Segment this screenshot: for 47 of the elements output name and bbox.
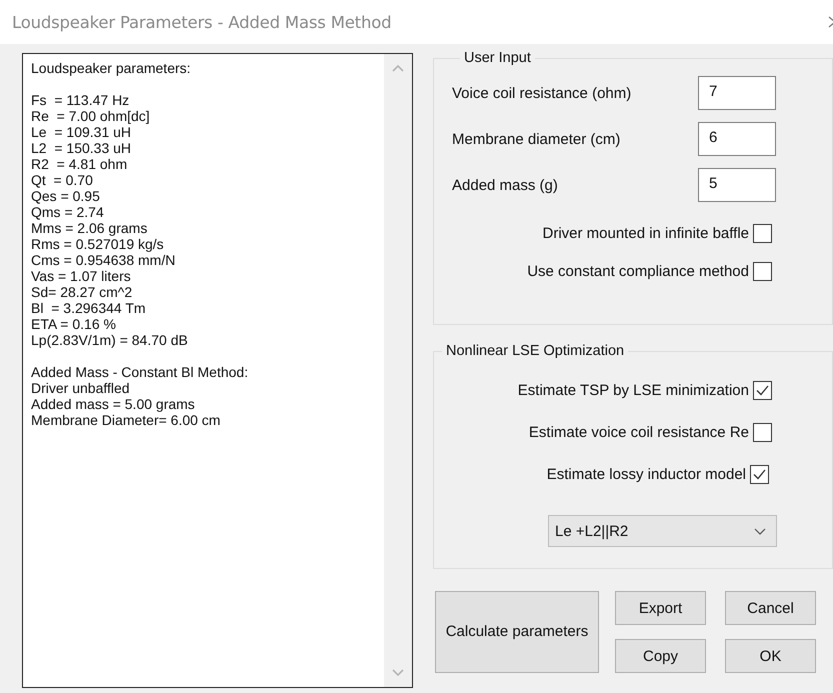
output-line: L2 = 150.33 uH [31,140,132,156]
input-field[interactable]: 5 [698,168,776,202]
output-line: Rms = 0.527019 kg/s [31,236,164,252]
output-line: Mms = 2.06 grams [31,220,148,236]
output-line: Qes = 0.95 [31,188,100,204]
output-line: Driver unbaffled [31,380,130,396]
output-line: Le = 109.31 uH [31,124,132,140]
output-line: Added Mass - Constant Bl Method: [31,364,248,380]
checkbox-label: Estimate TSP by LSE minimization [518,382,749,398]
output-line: ETA = 0.16 % [31,316,116,332]
export-button[interactable]: Export [615,591,706,625]
checkbox-label: Estimate lossy inductor model [546,466,746,482]
output-line: Cms = 0.954638 mm/N [31,252,176,268]
calculate-button[interactable]: Calculate parameters [435,591,599,673]
output-line: Vas = 1.07 liters [31,268,131,284]
checkbox[interactable] [753,262,772,280]
field-label: Voice coil resistance (ohm) [452,84,632,102]
field-label: Added mass (g) [452,176,559,194]
output-line: Loudspeaker parameters: [31,60,191,76]
checkbox-label: Use constant compliance method [527,262,749,280]
checkbox[interactable] [753,224,772,242]
window-title: Loudspeaker Parameters - Added Mass Method [12,12,392,32]
chevron-down-icon [754,528,766,534]
output-line: Lp(2.83V/1m) = 84.70 dB [31,332,188,348]
checkbox-label: Driver mounted in infinite baffle [542,224,749,242]
output-line: Bl = 3.296344 Tm [31,300,146,316]
checkbox-label: Estimate voice coil resistance Re [528,424,749,440]
input-field[interactable]: 7 [698,76,776,110]
input-field[interactable]: 6 [698,122,776,156]
group-title: Nonlinear LSE Optimization [445,343,626,359]
output-line: Re = 7.00 ohm[dc] [31,108,150,124]
ok-button[interactable]: OK [725,639,816,673]
cancel-button[interactable]: Cancel [725,591,816,625]
model-dropdown[interactable]: Le +L2||R2 [548,515,777,547]
checkbox[interactable] [753,422,772,442]
field-label: Membrane diameter (cm) [452,130,622,148]
output-line: Sd= 28.27 cm^2 [31,284,132,300]
output-line: Fs = 113.47 Hz [31,92,130,108]
output-line: Qt = 0.70 [31,172,93,188]
checkbox[interactable] [750,464,769,484]
output-line: R2 = 4.81 ohm [31,156,128,172]
output-line: Added mass = 5.00 grams [31,396,195,412]
group-title: User Input [463,50,532,66]
output-line: Qms = 2.74 [31,204,104,220]
checkbox[interactable] [753,380,772,400]
output-line: Membrane Diameter= 6.00 cm [31,412,220,428]
copy-button[interactable]: Copy [615,639,706,673]
